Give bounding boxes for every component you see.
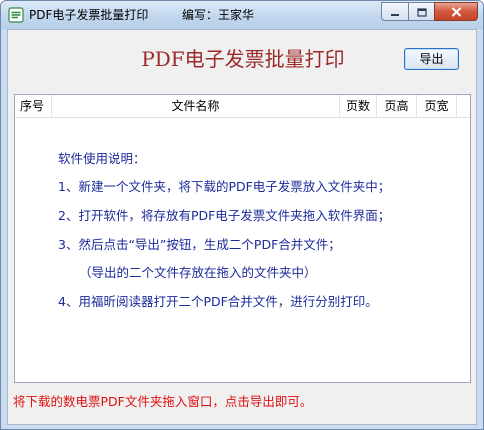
column-header-index[interactable]: 序号 [15,95,52,117]
maximize-button[interactable] [408,2,434,21]
column-header-filler [457,95,470,117]
column-header-page-width[interactable]: 页宽 [417,95,457,117]
minimize-icon [390,2,400,21]
minimize-button[interactable] [381,2,408,21]
window-author: 编写：王家华 [182,8,255,22]
instruction-step-2: 2、打开软件，将存放有PDF电子发票文件夹拖入软件界面； [58,208,391,223]
column-header-pages[interactable]: 页数 [340,95,377,117]
close-icon [451,2,462,21]
client-area: PDF电子发票批量打印 导出 序号 文件名称 页数 页高 页宽 软件使用说明： … [7,29,477,425]
instruction-step-4: 4、用福昕阅读器打开二个PDF合并文件，进行分别打印。 [58,294,378,309]
title-bar[interactable]: PDF电子发票批量打印 编写：王家华 [1,1,483,29]
column-header-page-height[interactable]: 页高 [377,95,417,117]
instruction-step-1: 1、新建一个文件夹，将下载的PDF电子发票放入文件夹中； [58,179,391,194]
app-window: PDF电子发票批量打印 编写：王家华 PDF电子发票批量打印 导出 序号 文件名… [0,0,484,430]
maximize-icon [416,2,427,21]
status-message: 将下载的数电票PDF文件夹拖入窗口，点击导出即可。 [13,394,313,409]
window-title: PDF电子发票批量打印 [29,8,149,22]
close-button[interactable] [434,2,478,21]
list-header: 序号 文件名称 页数 页高 页宽 [15,95,470,118]
app-icon [8,7,24,23]
column-header-filename[interactable]: 文件名称 [52,95,340,117]
export-button[interactable]: 导出 [404,48,459,70]
file-list[interactable]: 序号 文件名称 页数 页高 页宽 软件使用说明： 1、新建一个文件夹，将下载的P… [14,94,471,383]
caption-buttons [381,2,478,21]
instruction-note: （导出的二个文件存放在拖入的文件夹中） [79,265,317,280]
instruction-step-3: 3、然后点击“导出”按钮，生成二个PDF合并文件； [58,237,341,252]
instructions-title: 软件使用说明： [58,151,146,166]
